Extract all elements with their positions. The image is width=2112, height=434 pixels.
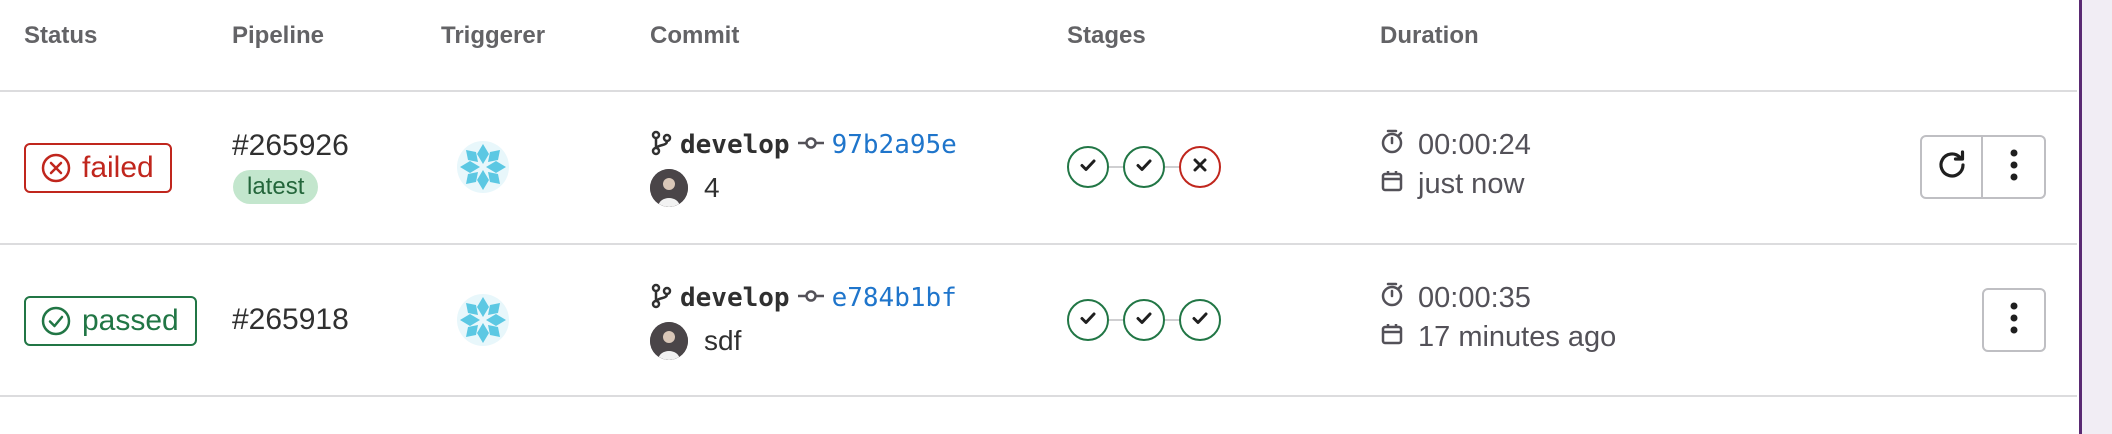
duration-value: 00:00:35: [1418, 281, 1531, 314]
retry-icon: [1935, 148, 1969, 187]
commit-ref: develop e784b1bf: [650, 281, 957, 315]
stage-status-button[interactable]: [1067, 299, 1109, 341]
finished-time: 17 minutes ago: [1418, 321, 1617, 353]
divider: [0, 395, 2077, 397]
row-actions: [1920, 135, 2046, 199]
retry-button[interactable]: [1920, 135, 1983, 199]
header-status: Status: [24, 22, 98, 49]
triggerer-avatar[interactable]: [456, 140, 510, 194]
calendar-icon: [1380, 168, 1404, 201]
header-pipeline: Pipeline: [232, 22, 325, 49]
status-badge-failed[interactable]: failed: [24, 143, 172, 193]
stage-connector: [1165, 319, 1179, 321]
check-icon: [1134, 308, 1154, 333]
window-edge-line: [2079, 0, 2082, 434]
branch-icon: [650, 283, 672, 314]
pipeline-id-link[interactable]: #265918: [232, 303, 349, 337]
more-actions-button[interactable]: [1983, 135, 2046, 199]
stage-status-button[interactable]: [1179, 146, 1221, 188]
commit-icon: [797, 289, 824, 308]
stage-status-button[interactable]: [1067, 146, 1109, 188]
header-commit: Commit: [650, 22, 740, 49]
stage-connector: [1109, 319, 1123, 321]
calendar-icon: [1380, 321, 1404, 354]
latest-badge: latest: [233, 170, 319, 204]
triggerer-avatar[interactable]: [456, 293, 510, 347]
status-badge-passed[interactable]: passed: [24, 296, 197, 346]
stage-status-button[interactable]: [1179, 299, 1221, 341]
finished-row: 17 minutes ago: [1380, 321, 1616, 354]
timer-icon: [1380, 128, 1404, 162]
commit-message-link[interactable]: sdf: [704, 325, 741, 357]
commit-sha-link[interactable]: 97b2a95e: [832, 130, 957, 160]
close-circle-icon: [40, 152, 72, 184]
commit-sha-link[interactable]: e784b1bf: [832, 283, 957, 313]
stage-status-button[interactable]: [1123, 146, 1165, 188]
status-label: failed: [82, 151, 154, 184]
user-avatar[interactable]: [650, 322, 688, 360]
commit-icon: [797, 136, 824, 155]
commit-message-link[interactable]: 4: [704, 172, 720, 204]
branch-link[interactable]: develop: [680, 283, 790, 313]
commit-ref: develop 97b2a95e: [650, 128, 957, 162]
header-triggerer: Triggerer: [441, 22, 546, 49]
pipeline-id-link[interactable]: #265926: [232, 129, 349, 163]
header-stages: Stages: [1067, 22, 1146, 49]
divider: [0, 243, 2077, 245]
stages-list: [1067, 146, 1221, 188]
check-icon: [1078, 155, 1098, 180]
check-icon: [1190, 308, 1210, 333]
duration-row: 00:00:24: [1380, 128, 1531, 162]
finished-time: just now: [1418, 168, 1525, 200]
kebab-icon: [2010, 149, 2018, 186]
check-circle-icon: [40, 305, 72, 337]
stage-connector: [1109, 166, 1123, 168]
more-actions-button[interactable]: [1982, 288, 2046, 352]
stages-list: [1067, 299, 1221, 341]
duration-value: 00:00:24: [1418, 128, 1531, 161]
close-icon: [1190, 155, 1210, 180]
branch-icon: [650, 130, 672, 161]
timer-icon: [1380, 281, 1404, 315]
commit-message-row: 4: [650, 169, 720, 207]
stage-status-button[interactable]: [1123, 299, 1165, 341]
window-edge: [2080, 0, 2112, 434]
kebab-icon: [2010, 302, 2018, 339]
status-label: passed: [82, 304, 179, 337]
check-icon: [1078, 308, 1098, 333]
header-duration: Duration: [1380, 22, 1479, 49]
finished-row: just now: [1380, 168, 1524, 201]
check-icon: [1134, 155, 1154, 180]
duration-row: 00:00:35: [1380, 281, 1531, 315]
stage-connector: [1165, 166, 1179, 168]
divider: [0, 90, 2077, 92]
commit-message-row: sdf: [650, 322, 741, 360]
user-avatar[interactable]: [650, 169, 688, 207]
branch-link[interactable]: develop: [680, 130, 790, 160]
